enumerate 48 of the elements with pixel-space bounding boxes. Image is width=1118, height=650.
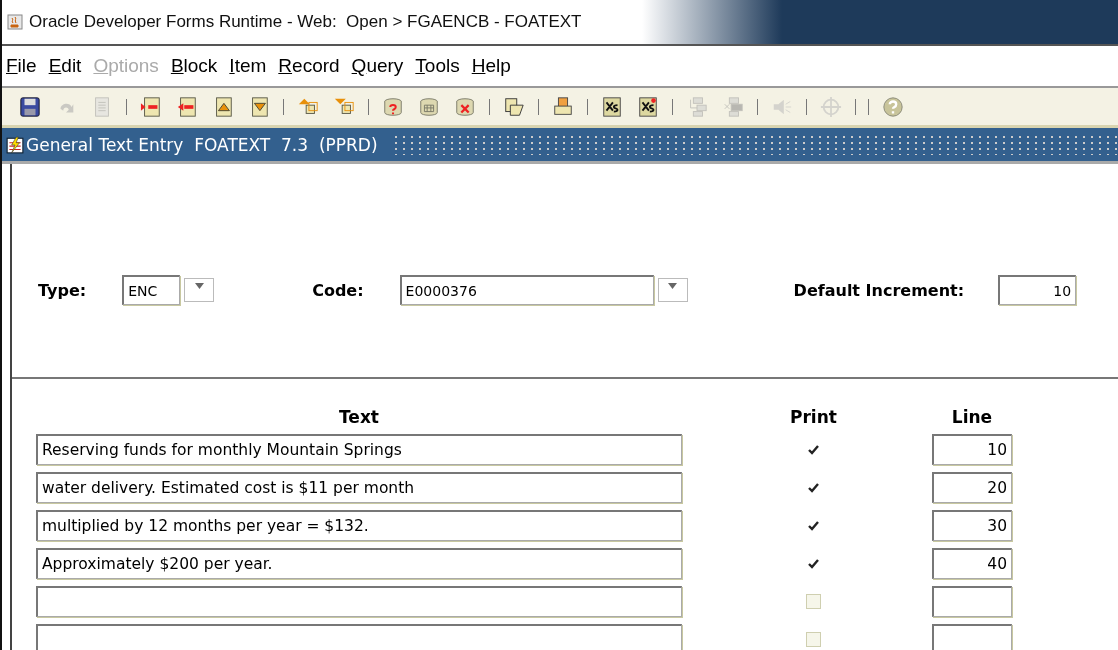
menu-item[interactable]: Record <box>278 55 340 77</box>
line-field[interactable] <box>932 624 1012 650</box>
menu-item[interactable]: Edit <box>48 55 82 77</box>
line-field[interactable]: 40 <box>932 548 1012 579</box>
menu-item[interactable]: Block <box>170 55 218 77</box>
text-field[interactable] <box>36 624 682 650</box>
menu-item[interactable]: Help <box>471 55 511 77</box>
caret-icon <box>194 283 204 289</box>
code-dropdown-button[interactable] <box>657 278 688 302</box>
cup-icon <box>7 14 23 30</box>
column-header: Print <box>790 407 837 427</box>
text-field[interactable]: multiplied by 12 months per year = $132. <box>36 510 682 541</box>
column-header: Line <box>951 407 993 427</box>
form-title: General Text Entry FOATEXT 7.3 (PPRD) <box>26 134 379 155</box>
menu-item[interactable]: Tools <box>415 55 460 77</box>
help-icon[interactable] <box>882 95 904 118</box>
cross-database-icon[interactable] <box>454 95 476 118</box>
copy-pages-icon[interactable] <box>503 95 525 118</box>
xs-flag-page-icon[interactable] <box>637 95 659 118</box>
column-header: Text <box>339 407 379 427</box>
text-field[interactable]: water delivery. Estimated cost is $11 per month <box>36 472 682 503</box>
table-database-icon[interactable] <box>418 95 440 118</box>
menu-item[interactable]: File <box>6 55 37 77</box>
line-field[interactable]: 10 <box>932 434 1012 465</box>
menu-item[interactable]: Item <box>229 55 267 77</box>
caret-icon <box>668 283 678 289</box>
insert-record-icon[interactable] <box>140 95 162 118</box>
text-field[interactable]: Approximately $200 per year. <box>36 548 682 579</box>
type-label: Type: <box>38 280 87 300</box>
print-checkbox[interactable] <box>806 632 821 647</box>
increment-field[interactable]: 10 <box>998 275 1077 305</box>
line-field[interactable]: 30 <box>932 510 1012 541</box>
type-field[interactable]: ENC <box>122 275 181 305</box>
form-icon <box>6 135 24 154</box>
remove-record-icon[interactable] <box>176 95 198 118</box>
text-field[interactable]: Reserving funds for monthly Mountain Springs <box>36 434 682 465</box>
printer-icon[interactable] <box>552 95 574 118</box>
question-database-icon[interactable] <box>382 95 404 118</box>
code-field[interactable]: E0000376 <box>399 275 654 305</box>
menu-item[interactable]: Query <box>351 55 404 77</box>
line-field[interactable]: 20 <box>932 472 1012 503</box>
type-dropdown-button[interactable] <box>184 278 215 302</box>
xs-page-icon[interactable] <box>601 95 623 118</box>
line-field[interactable] <box>932 586 1012 617</box>
print-checkbox[interactable] <box>806 594 821 609</box>
code-label: Code: <box>312 280 364 300</box>
text-field[interactable] <box>36 586 682 617</box>
increment-label: Default Increment: <box>793 280 965 300</box>
